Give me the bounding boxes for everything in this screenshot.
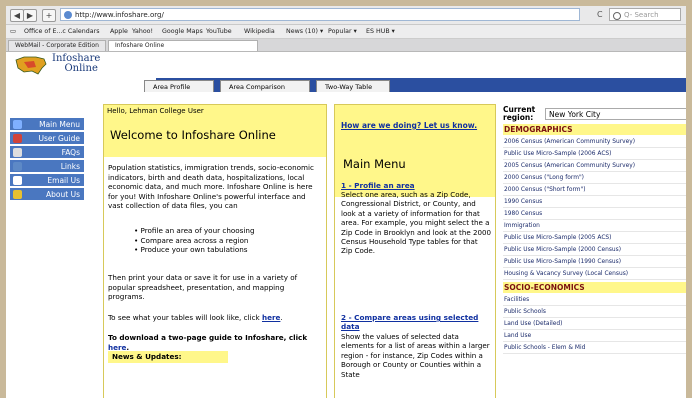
data-file-link[interactable]: 2000 Census ("Long form") — [503, 173, 686, 184]
bookmark-item[interactable]: Office of E...c Calendars — [24, 25, 100, 38]
logo-text: Infoshare Online — [52, 54, 100, 74]
bookmark-item[interactable]: Yahoo! — [132, 25, 153, 38]
menu-email-us[interactable]: Email Us — [10, 174, 84, 187]
menu-faqs[interactable]: FAQs — [10, 146, 84, 159]
data-file-link[interactable]: 2006 Census (American Community Survey) — [503, 137, 686, 148]
tab-area-profile[interactable]: Area Profile — [144, 80, 214, 92]
bookmark-item[interactable]: YouTube — [206, 25, 232, 38]
data-file-link[interactable]: Land Use (Detailed) — [503, 319, 686, 330]
bookmark-item[interactable]: Wikipedia — [244, 25, 275, 38]
intro-text: Population statistics, immigration trend… — [108, 163, 314, 211]
site-logo[interactable]: Infoshare Online — [6, 52, 156, 92]
main-menu-column: How are we doing? Let us know. Main Menu… — [334, 104, 496, 398]
bookmark-item[interactable]: ES HUB ▾ — [366, 25, 395, 38]
menu-links[interactable]: Links — [10, 160, 84, 173]
house-icon — [13, 120, 22, 129]
tab-area-comparison[interactable]: Area Comparison — [220, 80, 310, 92]
browser-window: ◀ ▶ + http://www.infoshare.org/ C Q- Sea… — [6, 6, 686, 398]
welcome-column: Hello, Lehman College User Welcome to In… — [103, 104, 327, 398]
data-file-link[interactable]: 1980 Census — [503, 209, 686, 220]
feature-item: • Profile an area of your choosing — [134, 226, 255, 235]
feature-item: • Compare area across a region — [134, 235, 249, 245]
data-file-link[interactable]: 2000 Census ("Short form") — [503, 185, 686, 196]
menu-label: User Guide — [38, 134, 80, 143]
menu-label: About Us — [46, 190, 80, 199]
envelope-icon — [13, 176, 22, 185]
data-file-link[interactable]: Public Schools — [503, 307, 686, 318]
greeting: Hello, Lehman College User — [107, 107, 204, 115]
add-bookmark-button[interactable]: + — [42, 9, 56, 22]
menu-user-guide[interactable]: User Guide — [10, 132, 84, 145]
data-file-link[interactable]: Public Schools - Elem & Mid — [503, 343, 686, 354]
book-icon — [13, 134, 22, 143]
profile-area-link[interactable]: 1 - Profile an area — [341, 181, 415, 190]
here-link[interactable]: here — [262, 313, 280, 322]
reload-button[interactable]: C — [597, 10, 603, 19]
address-text: http://www.infoshare.org/ — [75, 11, 164, 19]
data-file-link[interactable]: Public Use Micro-Sample (2006 ACS) — [503, 149, 686, 160]
feature-list: • Profile an area of your choosing • Com… — [134, 226, 255, 255]
menu-label: FAQs — [61, 148, 80, 157]
bookmark-item[interactable]: Google Maps — [162, 25, 203, 38]
data-file-link[interactable]: Housing & Vacancy Survey (Local Census) — [503, 269, 686, 280]
question-icon — [13, 148, 22, 157]
us-map-icon — [15, 56, 47, 75]
bookmarks-bar: ▭ Office of E...c Calendars Apple Yahoo!… — [6, 25, 686, 39]
menu-main-menu[interactable]: Main Menu — [10, 118, 84, 131]
address-bar[interactable]: http://www.infoshare.org/ — [60, 8, 580, 21]
region-label: Current region: — [503, 105, 536, 122]
forward-button[interactable]: ▶ — [23, 9, 37, 22]
main-menu-title: Main Menu — [343, 157, 406, 171]
data-file-link[interactable]: 2005 Census (American Community Survey) — [503, 161, 686, 172]
data-file-link[interactable]: 1990 Census — [503, 197, 686, 208]
tab-two-way-table[interactable]: Two-Way Table — [316, 80, 390, 92]
data-file-link[interactable]: Land Use — [503, 331, 686, 342]
compare-areas-text: Show the values of selected data element… — [341, 332, 490, 379]
data-file-link[interactable]: Public Use Micro-Sample (2000 Census) — [503, 245, 686, 256]
data-file-link[interactable]: Facilities — [503, 295, 686, 306]
menu-label: Main Menu — [39, 120, 80, 129]
left-menu: Main Menu User Guide FAQs Links Email Us… — [6, 92, 84, 398]
compare-areas-link[interactable]: 2 - Compare areas using selected data — [341, 313, 491, 331]
search-placeholder: Q- Search — [624, 11, 659, 19]
data-file-link[interactable]: Public Use Micro-Sample (1990 Census) — [503, 257, 686, 268]
menu-label: Links — [60, 162, 80, 171]
logo-line-2: Online — [64, 63, 98, 74]
region-select[interactable]: New York City — [545, 108, 686, 120]
bookmark-item[interactable]: News (10) ▾ — [286, 25, 323, 38]
menu-about-us[interactable]: About Us — [10, 188, 84, 201]
data-catalog-column: Current region: New York City DEMOGRAPHI… — [503, 104, 686, 398]
browser-tab-strip: WebMail - Corporate Edition Infoshare On… — [6, 39, 686, 52]
bookmarks-icon[interactable]: ▭ — [10, 25, 16, 38]
link-icon — [13, 162, 22, 171]
section-socio-economics: SOCIO-ECONOMICS — [503, 282, 686, 293]
globe-icon — [13, 190, 22, 199]
menu-label: Email Us — [47, 176, 80, 185]
page-title: Welcome to Infoshare Online — [110, 128, 276, 142]
browser-search-input[interactable]: Q- Search — [609, 8, 681, 21]
news-header: News & Updates: — [108, 351, 228, 363]
tab-webmail[interactable]: WebMail - Corporate Edition — [8, 40, 106, 51]
tab-infoshare[interactable]: Infoshare Online — [108, 40, 258, 51]
feature-item: • Produce your own tabulations — [134, 245, 248, 255]
globe-icon — [64, 11, 72, 19]
profile-area-text: Select one area, such as a Zip Code, Con… — [341, 190, 492, 256]
data-file-link[interactable]: Immigration — [503, 221, 686, 232]
feedback-link[interactable]: How are we doing? Let us know. — [341, 121, 491, 130]
print-text: Then print your data or save it for use … — [108, 273, 298, 302]
back-button[interactable]: ◀ — [10, 9, 24, 22]
tables-text: To see what your tables will look like, … — [108, 313, 283, 322]
download-text: To download a two-page guide to Infoshar… — [108, 333, 308, 352]
page-content: Infoshare Online Area Profile Area Compa… — [6, 52, 686, 398]
data-file-link[interactable]: Public Use Micro-Sample (2005 ACS) — [503, 233, 686, 244]
search-icon — [613, 12, 621, 20]
bookmark-item[interactable]: Popular ▾ — [328, 25, 357, 38]
browser-toolbar: ◀ ▶ + http://www.infoshare.org/ C Q- Sea… — [6, 6, 686, 25]
bookmark-item[interactable]: Apple — [110, 25, 128, 38]
section-demographics: DEMOGRAPHICS — [503, 124, 686, 135]
